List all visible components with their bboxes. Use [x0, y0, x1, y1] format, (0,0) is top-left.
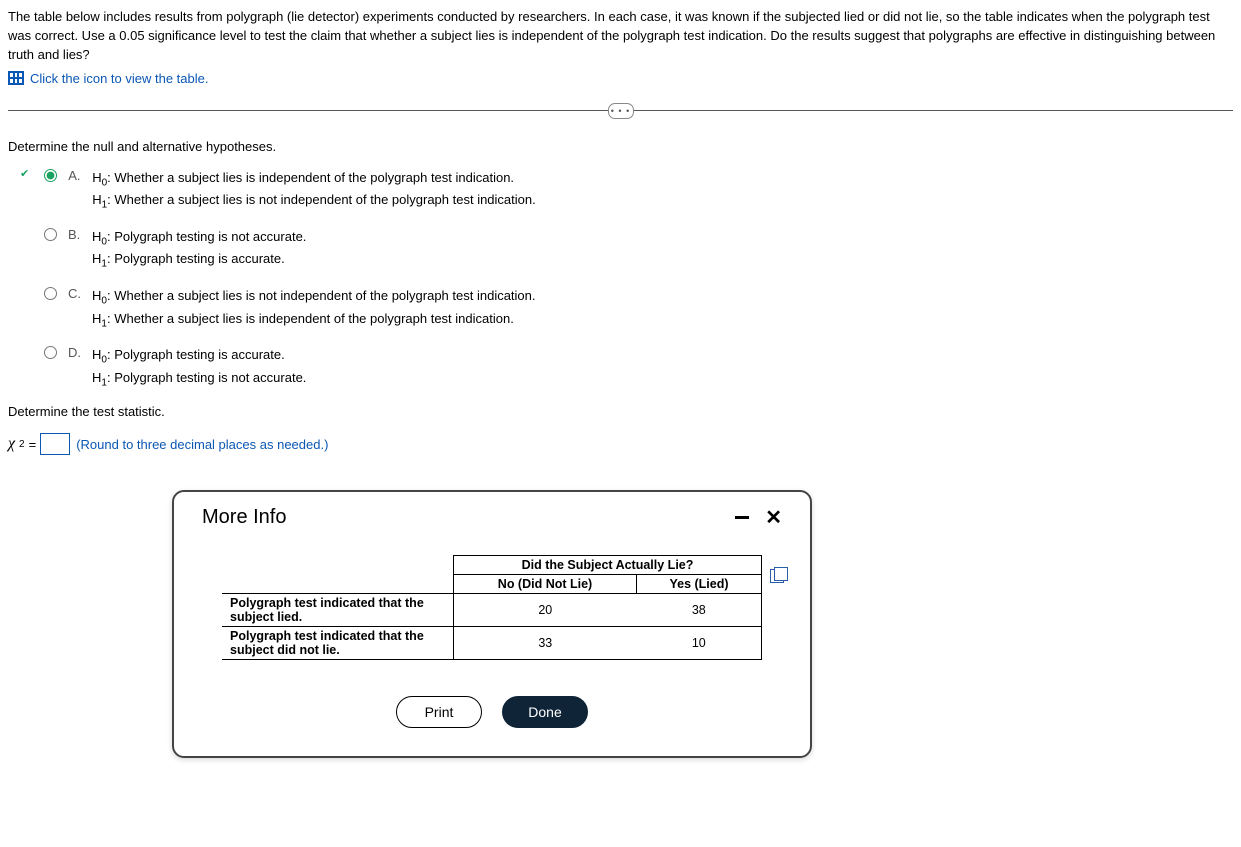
statistic-instruction: Determine the test statistic. [8, 404, 1233, 419]
option-d[interactable]: D. H0: Polygraph testing is accurate. H1… [22, 345, 1233, 390]
modal-title: More Info [202, 506, 286, 529]
rounding-hint: (Round to three decimal places as needed… [76, 437, 328, 452]
option-a-letter: A. [68, 168, 84, 183]
view-table-label: Click the icon to view the table. [30, 71, 208, 86]
option-d-body: H0: Polygraph testing is accurate. H1: P… [92, 345, 1233, 390]
done-button[interactable]: Done [502, 696, 588, 728]
section-divider: • • • [8, 110, 1233, 111]
option-c-body: H0: Whether a subject lies is not indepe… [92, 286, 1233, 331]
option-c-radio[interactable] [44, 287, 57, 300]
minimize-icon[interactable] [735, 516, 749, 519]
more-info-modal: More Info ✕ Did the Subject Actually Lie… [172, 490, 812, 758]
option-a[interactable]: ✔ A. H0: Whether a subject lies is indep… [22, 168, 1233, 213]
option-d-radio[interactable] [44, 346, 57, 359]
question-text: The table below includes results from po… [8, 8, 1233, 65]
more-dots-button[interactable]: • • • [608, 103, 634, 119]
option-c[interactable]: C. H0: Whether a subject lies is not ind… [22, 286, 1233, 331]
close-icon[interactable]: ✕ [765, 511, 782, 525]
option-c-letter: C. [68, 286, 84, 301]
option-d-letter: D. [68, 345, 84, 360]
table-icon [8, 71, 24, 85]
hypotheses-instruction: Determine the null and alternative hypot… [8, 139, 1233, 154]
chi-square-row: χ2 = (Round to three decimal places as n… [8, 433, 1233, 455]
table-row: Polygraph test indicated that the subjec… [222, 594, 762, 627]
option-b-letter: B. [68, 227, 84, 242]
table-row: Polygraph test indicated that the subjec… [222, 627, 762, 660]
option-b-radio[interactable] [44, 228, 57, 241]
option-b-body: H0: Polygraph testing is not accurate. H… [92, 227, 1233, 272]
table-top-header: Did the Subject Actually Lie? [454, 556, 762, 575]
copy-table-icon[interactable] [770, 569, 784, 583]
view-table-link[interactable]: Click the icon to view the table. [8, 71, 1233, 86]
polygraph-data-table: Did the Subject Actually Lie? No (Did No… [222, 555, 762, 660]
print-button[interactable]: Print [396, 696, 482, 728]
col-yes: Yes (Lied) [637, 575, 762, 594]
option-b[interactable]: B. H0: Polygraph testing is not accurate… [22, 227, 1233, 272]
chi-symbol: χ [8, 435, 15, 453]
option-a-body: H0: Whether a subject lies is independen… [92, 168, 1233, 213]
option-a-radio[interactable] [44, 169, 57, 182]
chi-square-input[interactable] [40, 433, 70, 455]
chi-sup: 2 [19, 439, 25, 450]
col-no: No (Did Not Lie) [454, 575, 637, 594]
correct-check-icon: ✔ [20, 167, 29, 180]
equals-sign: = [29, 437, 37, 452]
